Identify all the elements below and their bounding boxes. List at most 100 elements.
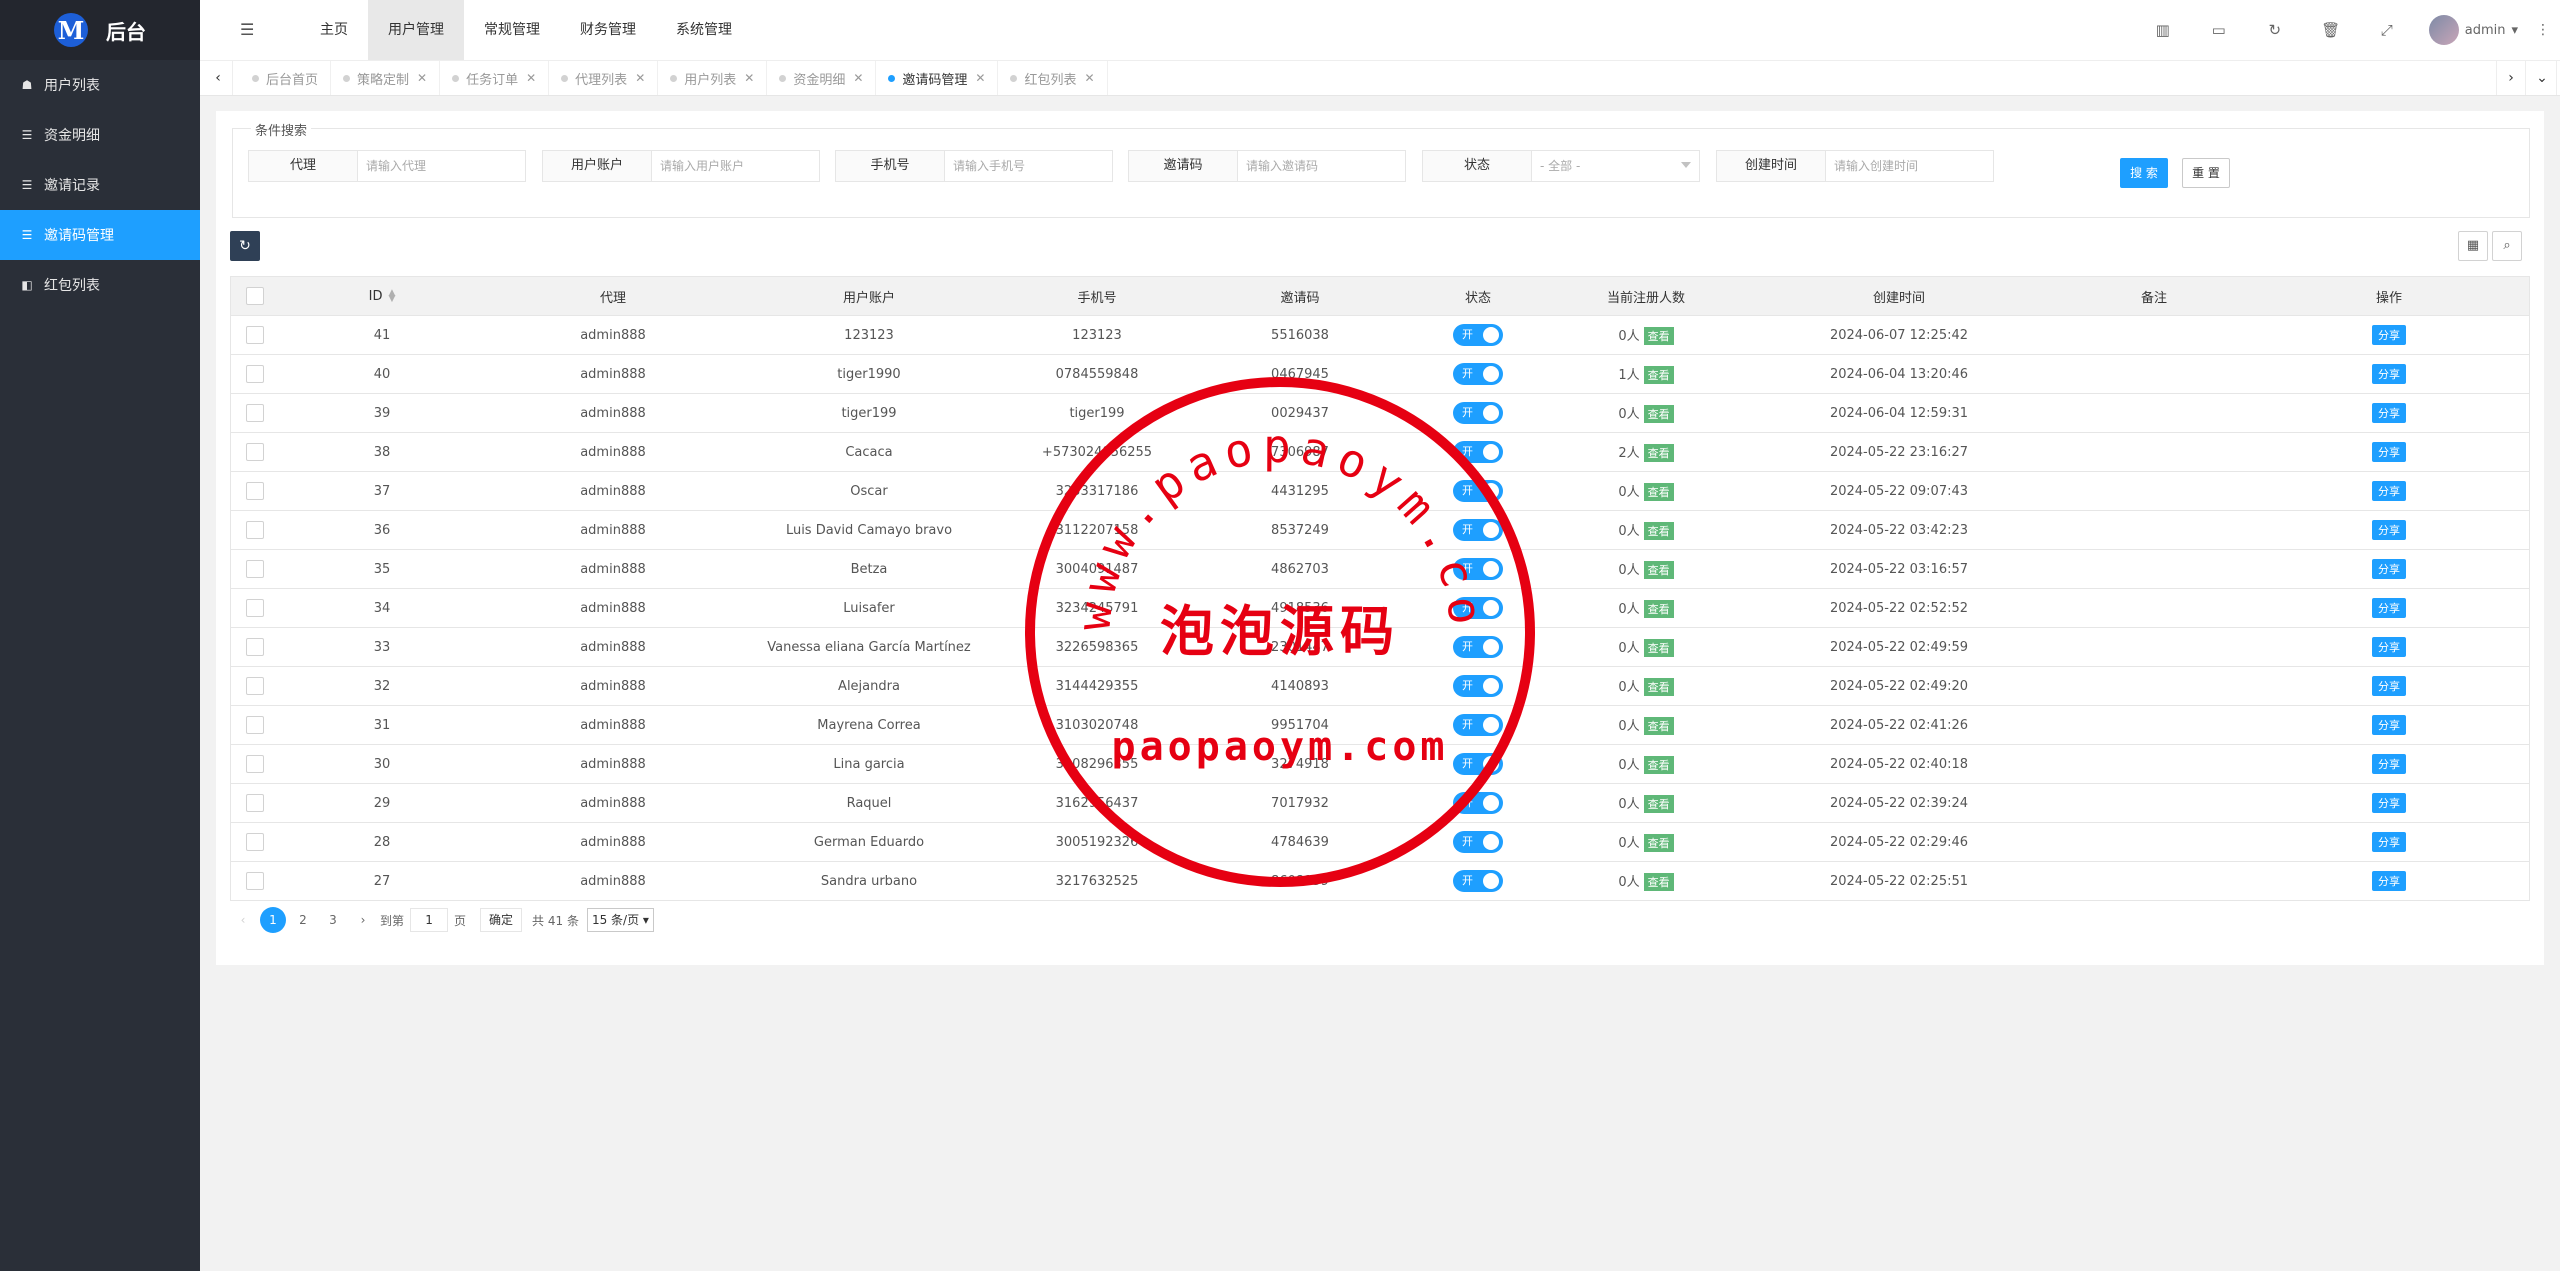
tab-menu-chevron-down-icon[interactable]: ⌄ [2528,61,2557,95]
status-toggle[interactable]: 开 [1453,831,1503,853]
goto-confirm-button[interactable]: 确定 [480,908,523,932]
chart-icon[interactable]: ▥ [2135,21,2191,39]
status-toggle[interactable]: 开 [1453,870,1503,892]
share-button[interactable]: 分享 [2372,676,2406,696]
sidebar-item-invite-codes[interactable]: ☰ 邀请码管理 [0,210,200,260]
agent-input[interactable]: 请输入代理 [358,151,525,181]
sort-icon[interactable]: ▲ ▼ [388,289,395,304]
row-checkbox[interactable] [246,716,264,734]
tab-scroll-left-icon[interactable]: ‹ [204,61,233,95]
view-button[interactable]: 查看 [1643,366,1674,384]
tab-invite-codes[interactable]: 邀请码管理 ✕ [876,61,999,95]
status-toggle[interactable]: 开 [1453,675,1503,697]
row-checkbox[interactable] [246,833,264,851]
row-checkbox[interactable] [246,755,264,773]
more-vertical-icon[interactable]: ⋮ [2536,22,2550,38]
tab-scroll-right-icon[interactable]: › [2496,61,2526,95]
topnav-user-mgmt[interactable]: 用户管理 [368,0,464,60]
fullscreen-icon[interactable]: ⤢ [2359,21,2415,39]
sidebar-item-invites[interactable]: ☰ 邀请记录 [0,160,200,210]
topnav-finance-mgmt[interactable]: 财务管理 [560,0,656,60]
status-toggle[interactable]: 开 [1453,402,1503,424]
logo-area[interactable]: M 后台 [0,0,200,60]
page-1[interactable]: 1 [260,907,286,933]
close-icon[interactable]: ✕ [744,71,754,85]
row-checkbox[interactable] [246,872,264,890]
columns-filter-icon[interactable]: ▦ [2458,231,2488,261]
close-icon[interactable]: ✕ [526,71,536,85]
close-icon[interactable]: ✕ [853,71,863,85]
tab-users[interactable]: 用户列表 ✕ [658,61,768,95]
card-icon[interactable]: ▭ [2191,21,2247,39]
view-button[interactable]: 查看 [1643,756,1674,774]
view-button[interactable]: 查看 [1643,873,1674,891]
status-toggle[interactable]: 开 [1453,324,1503,346]
refresh-icon[interactable]: ↻ [2247,21,2303,39]
search-icon[interactable]: ⌕ [2492,231,2522,261]
status-toggle[interactable]: 开 [1453,558,1503,580]
share-button[interactable]: 分享 [2372,793,2406,813]
view-button[interactable]: 查看 [1643,600,1674,618]
sidebar-item-redpackets[interactable]: ◧ 红包列表 [0,260,200,310]
trash-icon[interactable]: 🗑 [2303,21,2359,39]
next-page-icon[interactable]: › [350,907,376,933]
view-button[interactable]: 查看 [1643,483,1674,501]
view-button[interactable]: 查看 [1643,795,1674,813]
row-checkbox[interactable] [246,404,264,422]
status-toggle[interactable]: 开 [1453,714,1503,736]
row-checkbox[interactable] [246,482,264,500]
page-2[interactable]: 2 [290,907,316,933]
tab-dashboard[interactable]: 后台首页 [240,61,332,95]
col-id[interactable]: ID ▲ ▼ [279,289,485,304]
status-toggle[interactable]: 开 [1453,363,1503,385]
topnav-system-mgmt[interactable]: 系统管理 [656,0,752,60]
view-button[interactable]: 查看 [1643,639,1674,657]
topnav-home[interactable]: 主页 [300,0,368,60]
status-toggle[interactable]: 开 [1453,753,1503,775]
created-input[interactable]: 请输入创建时间 [1826,151,1993,181]
phone-input[interactable]: 请输入手机号 [945,151,1112,181]
tab-task-orders[interactable]: 任务订单 ✕ [440,61,550,95]
view-button[interactable]: 查看 [1643,717,1674,735]
share-button[interactable]: 分享 [2372,364,2406,384]
close-icon[interactable]: ✕ [635,71,645,85]
status-toggle[interactable]: 开 [1453,480,1503,502]
share-button[interactable]: 分享 [2372,403,2406,423]
share-button[interactable]: 分享 [2372,715,2406,735]
table-refresh-icon[interactable]: ↻ [230,231,260,261]
topnav-general-mgmt[interactable]: 常规管理 [464,0,560,60]
status-toggle[interactable]: 开 [1453,519,1503,541]
share-button[interactable]: 分享 [2372,325,2406,345]
close-icon[interactable]: ✕ [417,71,427,85]
tab-funds[interactable]: 资金明细 ✕ [767,61,877,95]
view-button[interactable]: 查看 [1643,444,1674,462]
account-input[interactable]: 请输入用户账户 [652,151,819,181]
view-button[interactable]: 查看 [1643,678,1674,696]
row-checkbox[interactable] [246,599,264,617]
row-checkbox[interactable] [246,443,264,461]
row-checkbox[interactable] [246,677,264,695]
share-button[interactable]: 分享 [2372,481,2406,501]
row-checkbox[interactable] [246,560,264,578]
tab-agents[interactable]: 代理列表 ✕ [549,61,659,95]
row-checkbox[interactable] [246,365,264,383]
invite-code-input[interactable]: 请输入邀请码 [1238,151,1405,181]
row-checkbox[interactable] [246,794,264,812]
status-toggle[interactable]: 开 [1453,636,1503,658]
search-button[interactable]: 搜 索 [2120,158,2168,188]
select-all-checkbox[interactable] [246,287,264,305]
status-select[interactable]: - 全部 - [1532,151,1699,181]
share-button[interactable]: 分享 [2372,832,2406,852]
close-icon[interactable]: ✕ [975,71,985,85]
page-size-select[interactable]: 15 条/页 ▾ [586,908,654,932]
page-3[interactable]: 3 [320,907,346,933]
sidebar-item-funds[interactable]: ☰ 资金明细 [0,110,200,160]
share-button[interactable]: 分享 [2372,871,2406,891]
reset-button[interactable]: 重 置 [2182,158,2230,188]
status-toggle[interactable]: 开 [1453,792,1503,814]
tab-redpackets[interactable]: 红包列表 ✕ [998,61,1108,95]
view-button[interactable]: 查看 [1643,834,1674,852]
share-button[interactable]: 分享 [2372,559,2406,579]
sidebar-item-users[interactable]: ☗ 用户列表 [0,60,200,110]
page-number-input[interactable]: 1 [410,908,449,932]
